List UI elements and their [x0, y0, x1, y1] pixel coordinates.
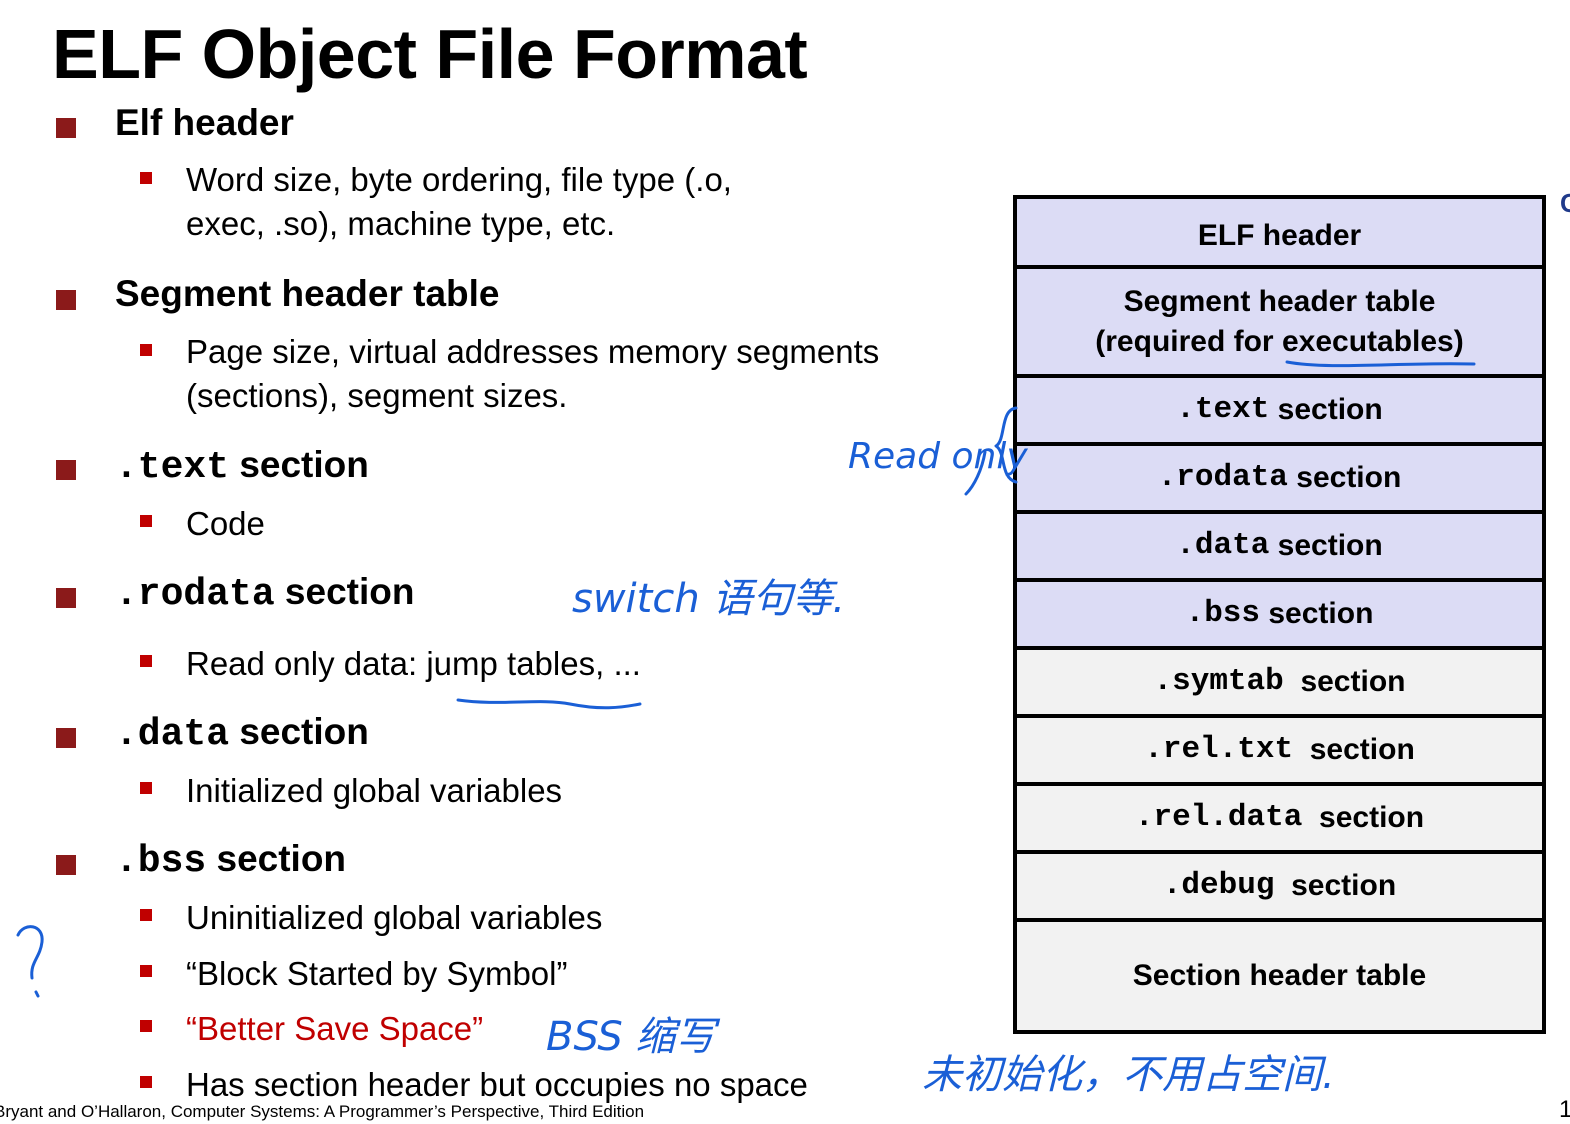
- page-number: 1: [1559, 1096, 1570, 1123]
- annotation-uninitialized: 未初始化，不用占空间.: [922, 1052, 1335, 1098]
- annotation-read-only: Read only: [848, 436, 1028, 477]
- underline-jump-tables: [456, 698, 642, 710]
- edge-mark: C: [1560, 188, 1570, 218]
- question-mark-stroke: [16, 925, 44, 980]
- footer-citation: Bryant and O’Hallaron, Computer Systems:…: [0, 1102, 645, 1121]
- annotation-bss-abbrev: BSS 缩写: [546, 1014, 721, 1060]
- question-mark-dot: [34, 990, 40, 998]
- handwritten-annotations: Read only switch 语句等. BSS 缩写 未初始化，不用占空间.: [16, 360, 1476, 1098]
- underline-executables: [1285, 360, 1476, 368]
- annotation-switch: switch 语句等.: [572, 576, 845, 622]
